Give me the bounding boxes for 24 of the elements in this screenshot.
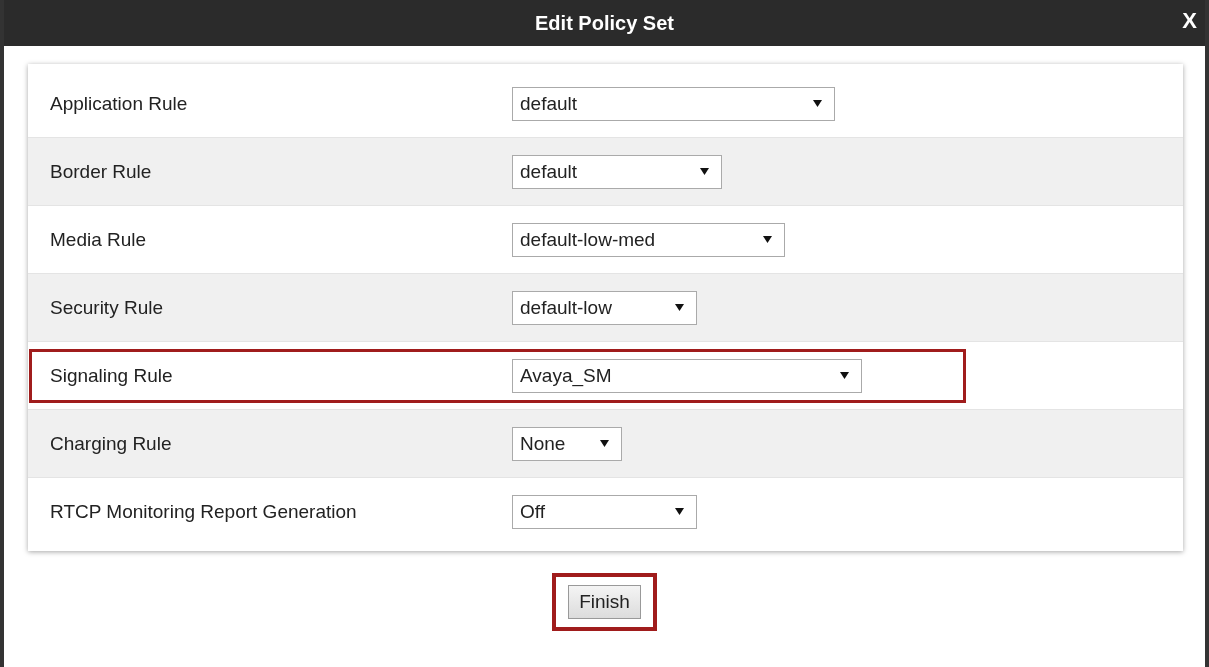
dropdown[interactable]: default: [512, 154, 722, 189]
field-label: Media Rule: [49, 228, 148, 251]
caret-icon: [675, 508, 684, 515]
caret-icon: [600, 440, 609, 447]
dropdown[interactable]: None: [512, 426, 622, 461]
field-label: Charging Rule: [49, 432, 173, 455]
field-label: Signaling Rule: [49, 364, 174, 387]
caret-icon: [700, 168, 709, 175]
dropdown[interactable]: Avaya_SM: [512, 358, 862, 393]
field-label: Border Rule: [49, 160, 153, 183]
dropdown[interactable]: default-low-med: [512, 222, 785, 257]
close-button[interactable]: X: [1178, 8, 1201, 34]
field-label: Security Rule: [49, 296, 164, 319]
dialog-title: Edit Policy Set: [535, 11, 674, 35]
field-label: Application Rule: [49, 92, 189, 115]
caret-icon: [840, 372, 849, 379]
dropdown[interactable]: Off: [512, 494, 697, 529]
dropdown[interactable]: default-low: [512, 290, 697, 325]
caret-icon: [813, 100, 822, 107]
caret-icon: [763, 236, 772, 243]
field-label: RTCP Monitoring Report Generation: [49, 500, 358, 523]
caret-icon: [675, 304, 684, 311]
finish-button[interactable]: Finish: [568, 585, 641, 619]
dropdown[interactable]: default: [512, 86, 835, 121]
